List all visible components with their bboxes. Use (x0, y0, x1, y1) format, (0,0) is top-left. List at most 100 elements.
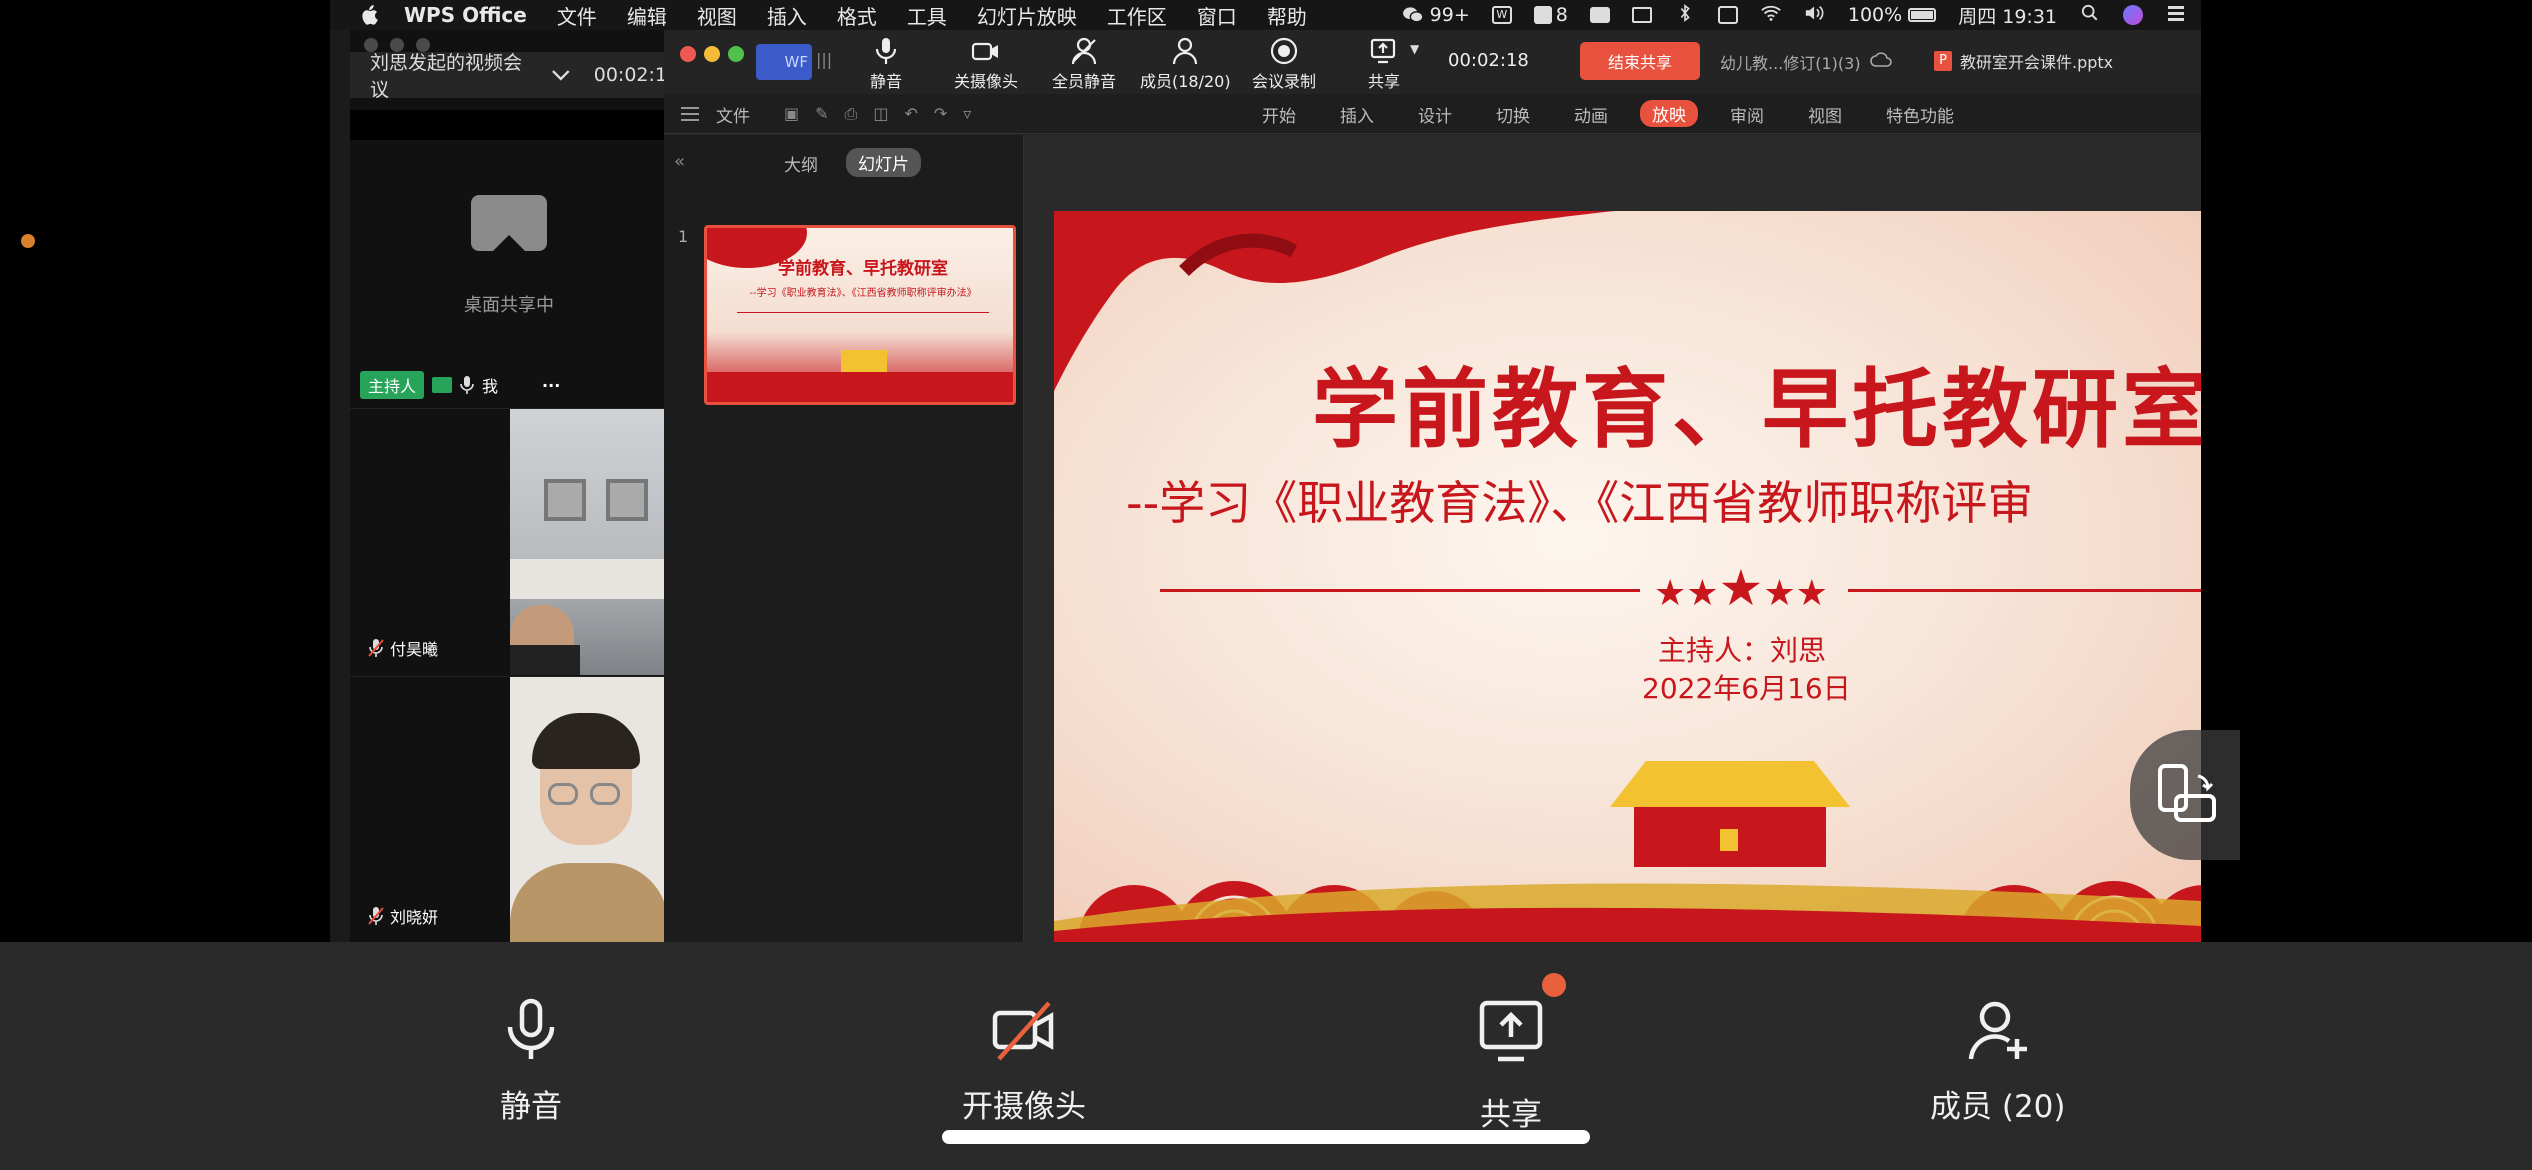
window-minimize-dot[interactable] (390, 38, 404, 52)
notify-count: 8 (1555, 4, 1568, 26)
menu-app-name[interactable]: WPS Office (404, 3, 527, 27)
redo-icon[interactable]: ↷ (934, 104, 947, 124)
share-dropdown-icon[interactable]: ▼ (1410, 42, 1419, 56)
apple-icon[interactable] (352, 0, 386, 30)
bluetooth-icon[interactable] (1674, 3, 1696, 27)
menu-item-edit[interactable]: 编辑 (627, 1, 667, 30)
window-zoom-button[interactable] (728, 46, 744, 62)
doc-tab-1[interactable]: 幼儿教...修订(1)(3) (1720, 50, 1861, 74)
tab-special[interactable]: 特色功能 (1886, 102, 1954, 127)
tab-insert[interactable]: 插入 (1340, 102, 1374, 127)
toolbar-members-button[interactable]: 成员(18/20) (1140, 36, 1231, 92)
screen-indicator-icon (432, 377, 453, 393)
participant-name-row: 付昊曦 (368, 636, 438, 660)
toolbar-record-button[interactable]: 会议录制 (1252, 36, 1316, 92)
menu-item-help[interactable]: 帮助 (1267, 1, 1307, 30)
control-center-icon[interactable] (2165, 4, 2187, 27)
doc-tab-2[interactable]: P 教研室开会课件.pptx (1934, 40, 2113, 82)
preview-icon[interactable]: ◫ (873, 104, 888, 124)
more-tools-icon[interactable]: ▿ (963, 104, 971, 124)
meeting-title[interactable]: 刘思发起的视频会议 (370, 48, 538, 102)
menu-item-workspace[interactable]: 工作区 (1107, 1, 1167, 30)
me-label: 我 (482, 377, 499, 396)
window-minimize-button[interactable] (704, 46, 720, 62)
undo-icon[interactable]: ↶ (904, 104, 917, 124)
menu-item-tools[interactable]: 工具 (907, 1, 947, 30)
toolbar-mute-button[interactable]: 静音 (870, 36, 902, 92)
tab-animation[interactable]: 动画 (1574, 102, 1608, 127)
menu-item-file[interactable]: 文件 (557, 1, 597, 30)
participant-name-row: 刘晓妍 (368, 904, 438, 928)
battery-icon (1908, 8, 1937, 22)
slide[interactable]: 学前教育、早托教研室 --学习《职业教育法》、《江西省教师职称评审 ★★★★★ … (1054, 211, 2201, 942)
volume-icon[interactable] (1804, 4, 1826, 27)
doc-tab-2-label: 教研室开会课件.pptx (1960, 53, 2114, 72)
siri-icon[interactable] (2123, 5, 2143, 25)
window-close-dot[interactable] (364, 38, 378, 52)
spotlight-icon[interactable] (2079, 4, 2101, 27)
window-zoom-dot[interactable] (416, 38, 430, 52)
collapse-pane-icon[interactable]: « (674, 151, 685, 172)
mute-all-icon (1071, 37, 1097, 65)
notify-status[interactable]: 8 (1533, 4, 1568, 26)
mac-menu-bar: WPS Office 文件 编辑 视图 插入 格式 工具 幻灯片放映 工作区 窗… (330, 0, 2201, 30)
toolbar-camera-button[interactable]: 关摄像头 (954, 36, 1018, 92)
tab-view[interactable]: 视图 (1808, 102, 1842, 127)
wechat-badge: 99+ (1429, 4, 1470, 26)
tab-outline[interactable]: 大纲 (784, 151, 818, 176)
end-share-button[interactable]: 结束共享 (1580, 42, 1700, 80)
save-icon[interactable]: ▣ (784, 104, 799, 124)
window-close-button[interactable] (680, 46, 696, 62)
clock[interactable]: 周四 19:31 (1958, 2, 2057, 29)
slide-thumbnail[interactable]: 学前教育、早托教研室 --学习《职业教育法》、《江西省教师职称评审办法》 (704, 225, 1016, 405)
battery-status[interactable]: 100% (1848, 4, 1937, 26)
screen-rotate-button[interactable] (2130, 730, 2240, 860)
wps-status-icon[interactable]: W (1491, 6, 1512, 24)
tab-transition[interactable]: 切换 (1496, 102, 1530, 127)
mic-off-icon (368, 639, 384, 657)
wifi-icon[interactable] (1760, 4, 1782, 27)
share-icon (1370, 38, 1396, 64)
mute-button[interactable]: 静音 (498, 997, 564, 1126)
tab-slideshow[interactable]: 放映 (1640, 100, 1698, 127)
wechat-status[interactable]: 99+ (1402, 4, 1470, 26)
menu-item-slideshow[interactable]: 幻灯片放映 (977, 1, 1077, 30)
camera-label: 开摄像头 (962, 1089, 1086, 1125)
print-icon[interactable]: ⎙ (845, 104, 858, 124)
menu-item-view[interactable]: 视图 (697, 1, 737, 30)
participant-video (510, 677, 668, 942)
share-notification-dot (1542, 973, 1566, 997)
members-button[interactable]: 成员 (20) (1930, 997, 2066, 1126)
toolbar-mute-all-button[interactable]: 全员静音 (1052, 36, 1116, 92)
menu-item-format[interactable]: 格式 (837, 1, 877, 30)
mic-icon (875, 38, 897, 64)
display-icon[interactable] (1631, 7, 1652, 23)
toolbar-share-button[interactable]: 共享 (1368, 36, 1400, 92)
participant-tile[interactable]: 付昊曦 (350, 408, 668, 675)
participant-tile[interactable]: 刘晓妍 (350, 676, 668, 942)
share-label: 共享 (1480, 1097, 1542, 1133)
chevron-down-icon[interactable] (550, 68, 572, 82)
camera-button[interactable]: 开摄像头 (962, 997, 1086, 1126)
menu-item-insert[interactable]: 插入 (767, 1, 807, 30)
tab-design[interactable]: 设计 (1418, 102, 1452, 127)
tab-review[interactable]: 审阅 (1730, 102, 1764, 127)
wps-app-tab[interactable]: WF (756, 44, 812, 80)
message-icon[interactable] (1589, 7, 1610, 23)
menu-item-window[interactable]: 窗口 (1197, 1, 1237, 30)
drag-handle-icon[interactable]: ||| (816, 50, 832, 69)
cloud-icon[interactable] (1870, 52, 1892, 68)
home-indicator[interactable] (942, 1130, 1590, 1144)
recording-indicator-dot (21, 234, 35, 248)
tab-slides[interactable]: 幻灯片 (846, 148, 921, 177)
more-options-button[interactable]: ··· (542, 376, 560, 395)
divider-right (1848, 589, 2201, 592)
camera-icon (971, 42, 998, 61)
menu-icon[interactable] (680, 106, 700, 122)
share-button[interactable]: 共享 (1478, 973, 1566, 1134)
input-method-icon[interactable] (1717, 6, 1738, 24)
format-painter-icon[interactable]: ✎ (815, 104, 828, 124)
ribbon-file[interactable]: 文件 (716, 102, 750, 127)
mic-icon[interactable] (460, 375, 474, 395)
tab-home[interactable]: 开始 (1262, 102, 1296, 127)
